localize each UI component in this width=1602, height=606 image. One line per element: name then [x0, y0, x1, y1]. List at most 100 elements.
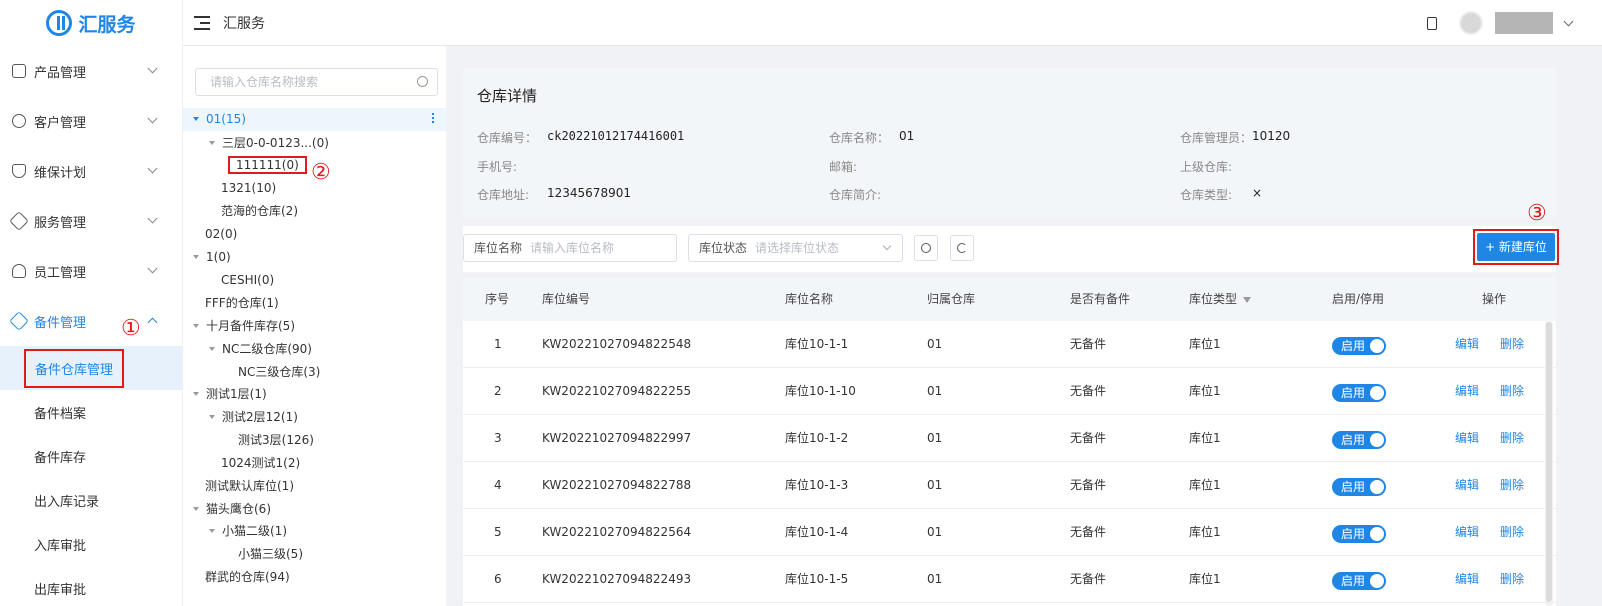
expand-icon[interactable] — [193, 116, 199, 121]
tree-node[interactable]: FFF的仓库(1) — [205, 292, 279, 314]
tree-node[interactable]: 群武的仓库(94) — [205, 566, 290, 588]
tree-node[interactable]: 测试2层12(1) — [209, 406, 298, 428]
enable-toggle[interactable]: 启用 — [1332, 431, 1386, 449]
more-options-icon[interactable] — [432, 113, 434, 123]
sub-item-inout-records[interactable]: 出入库记录 — [0, 478, 182, 522]
tree-node[interactable]: 范海的仓库(2) — [221, 200, 298, 222]
edit-link[interactable]: 编辑 — [1455, 415, 1479, 462]
app-logo[interactable]: 汇服务 — [0, 0, 182, 46]
tree-node[interactable]: 111111(0) — [228, 154, 307, 176]
search-button[interactable] — [914, 235, 938, 261]
delete-link[interactable]: 删除 — [1500, 556, 1524, 603]
tree-node[interactable]: CESHI(0) — [221, 269, 274, 291]
delete-link[interactable]: 删除 — [1500, 509, 1524, 556]
expand-icon[interactable] — [209, 528, 215, 533]
new-location-button[interactable]: + 新建库位 — [1477, 233, 1555, 261]
expand-icon[interactable] — [209, 346, 215, 351]
menu-item-products[interactable]: 产品管理 — [0, 46, 182, 96]
sub-item-label: 备件仓库管理 — [24, 348, 125, 388]
tree-node[interactable]: 测试3层(126) — [238, 429, 314, 451]
edit-link[interactable]: 编辑 — [1455, 462, 1479, 509]
expand-icon[interactable] — [193, 323, 199, 328]
enable-toggle[interactable]: 启用 — [1332, 525, 1386, 543]
tree-node-label: 测试默认库位(1) — [205, 479, 294, 493]
menu-label: 备件管理 — [34, 315, 87, 331]
tree-node[interactable]: 小猫三级(5) — [238, 543, 303, 565]
sub-item-warehouse-management[interactable]: 备件仓库管理 — [0, 346, 182, 390]
delete-link[interactable]: 删除 — [1500, 321, 1524, 368]
expand-icon[interactable] — [193, 506, 199, 511]
enable-toggle[interactable]: 启用 — [1332, 384, 1386, 402]
expand-icon[interactable] — [193, 254, 199, 259]
col-header: 库位编号 — [542, 292, 591, 306]
cell-has-parts: 无备件 — [1070, 384, 1107, 398]
tree-node[interactable]: 01(15) — [193, 108, 246, 130]
tree-node-label: 猫头鹰仓(6) — [206, 502, 271, 516]
search-icon[interactable] — [417, 76, 428, 87]
sub-item-inbound-approval[interactable]: 入库审批 — [0, 522, 182, 566]
sub-item-outbound-approval[interactable]: 出库审批 — [0, 566, 182, 606]
tree-node[interactable]: 02(0) — [205, 223, 237, 245]
menu-item-spare-parts[interactable]: 备件管理 — [0, 296, 182, 346]
manager-value: 10120 — [1252, 129, 1291, 143]
code-label: 仓库编号： — [477, 131, 538, 145]
sub-item-parts-archive[interactable]: 备件档案 — [0, 390, 182, 434]
menu-item-maintenance[interactable]: 维保计划 — [0, 146, 182, 196]
filter-label: 库位状态 — [699, 241, 748, 255]
table-row: 6 KW20221027094822493 库位10-1-5 01 无备件 库位1 启用 编辑… — [463, 556, 1556, 603]
chevron-down-icon[interactable] — [1563, 16, 1574, 26]
expand-icon[interactable] — [209, 414, 215, 419]
avatar[interactable] — [1459, 11, 1483, 35]
menu-item-customers[interactable]: 客户管理 — [0, 96, 182, 146]
cell-code: KW20221027094822564 — [542, 525, 692, 539]
menu-toggle-icon[interactable] — [194, 15, 210, 30]
expand-icon[interactable] — [209, 140, 215, 145]
tree-node-label: 01(15) — [206, 112, 246, 126]
menu-item-staff[interactable]: 员工管理 — [0, 246, 182, 296]
enable-toggle[interactable]: 启用 — [1332, 478, 1386, 496]
tree-node[interactable]: 1024测试1(2) — [221, 452, 300, 474]
menu-item-service[interactable]: 服务管理 — [0, 196, 182, 246]
mobile-icon[interactable] — [1427, 16, 1437, 30]
tree-node[interactable]: 测试1层(1) — [193, 383, 267, 405]
edit-link[interactable]: 编辑 — [1455, 556, 1479, 603]
phone-label: 手机号: — [477, 160, 518, 174]
tree-node[interactable]: 1321(10) — [221, 177, 276, 199]
delete-link[interactable]: 删除 — [1500, 462, 1524, 509]
edit-link[interactable]: 编辑 — [1455, 509, 1479, 556]
cell-type: 库位1 — [1189, 337, 1221, 351]
tree-node-label: 测试2层12(1) — [222, 410, 298, 424]
tree-node-label: 三层0-0-0123...(0) — [222, 136, 329, 150]
warehouse-tree-panel: 请输入仓库名称搜索 01(15) 三层0-0-0123...(0) 111111… — [183, 46, 446, 606]
table-row: 2 KW20221027094822255 库位10-1-10 01 无备件 库位1 启用 编… — [463, 368, 1556, 415]
edit-link[interactable]: 编辑 — [1455, 321, 1479, 368]
filter-icon[interactable] — [1243, 296, 1252, 303]
edit-link[interactable]: 编辑 — [1455, 368, 1479, 415]
warehouse-search-input[interactable]: 请输入仓库名称搜索 — [195, 68, 438, 96]
tree-node[interactable]: NC二级仓库(90) — [209, 338, 312, 360]
search-placeholder: 请输入仓库名称搜索 — [210, 75, 319, 89]
refresh-button[interactable] — [950, 235, 974, 261]
enable-toggle[interactable]: 启用 — [1332, 337, 1386, 355]
sub-item-parts-inventory[interactable]: 备件库存 — [0, 434, 182, 478]
tree-node[interactable]: 十月备件库存(5) — [193, 315, 295, 337]
user-name-redacted[interactable] — [1495, 12, 1553, 34]
expand-icon[interactable] — [193, 391, 199, 396]
cell-warehouse: 01 — [927, 384, 943, 398]
col-header: 操作 — [1482, 292, 1507, 306]
sub-item-label: 入库审批 — [34, 538, 87, 554]
enable-toggle[interactable]: 启用 — [1332, 572, 1386, 590]
tree-node[interactable]: 测试默认库位(1) — [205, 475, 294, 497]
header-title: 汇服务 — [223, 15, 265, 32]
tree-node[interactable]: 三层0-0-0123...(0) — [209, 132, 329, 154]
cell-type: 库位1 — [1189, 478, 1221, 492]
delete-link[interactable]: 删除 — [1500, 415, 1524, 462]
tree-node[interactable]: 1(0) — [193, 246, 231, 268]
tree-node[interactable]: 小猫二级(1) — [209, 520, 287, 542]
tree-node[interactable]: 猫头鹰仓(6) — [193, 498, 271, 520]
delete-link[interactable]: 删除 — [1500, 368, 1524, 415]
scrollbar-thumb[interactable] — [1546, 322, 1552, 602]
location-name-input[interactable]: 库位名称 请输入库位名称 — [463, 234, 677, 262]
tree-node[interactable]: NC三级仓库(3) — [238, 361, 320, 383]
location-status-select[interactable]: 库位状态 请选择库位状态 — [688, 234, 903, 262]
